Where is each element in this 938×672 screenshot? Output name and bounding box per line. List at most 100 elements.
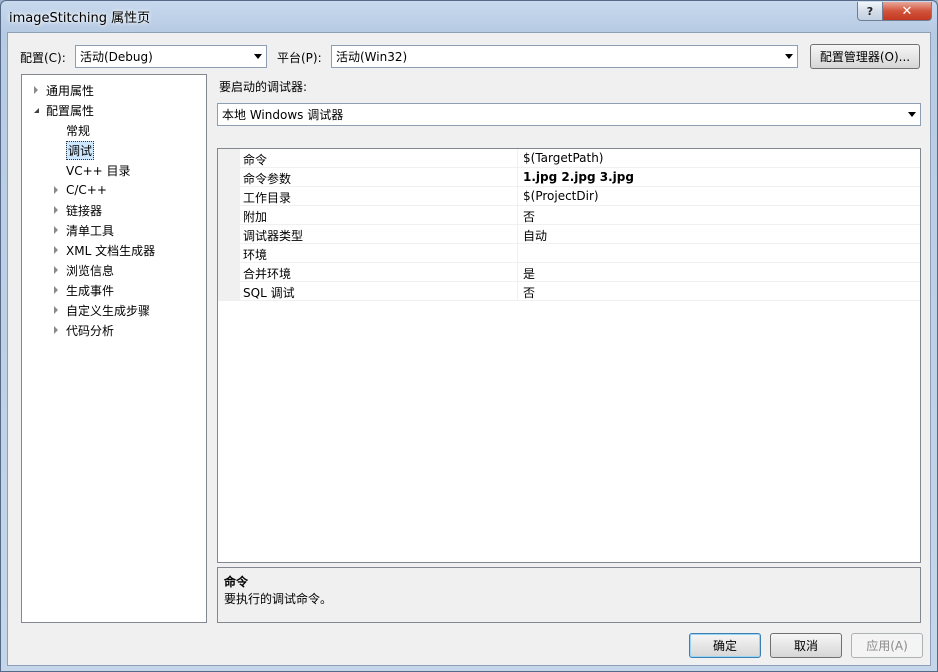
property-row[interactable]: 调试器类型 自动 (218, 225, 920, 244)
property-name: 附加 (243, 210, 268, 224)
property-value[interactable]: 自动 (523, 227, 547, 244)
cancel-button-label: 取消 (793, 639, 818, 653)
apply-button-label: 应用(A) (866, 639, 908, 653)
collapsed-triangle-icon[interactable] (54, 206, 58, 214)
tree-item[interactable]: 生成事件 (54, 281, 114, 299)
tree-item-label: XML 文档生成器 (66, 243, 156, 258)
collapsed-triangle-icon[interactable] (54, 246, 58, 254)
dialog-client-area: 配置(C): 活动(Debug) 平台(P): 活动(Win32) 配置管理器(… (7, 32, 931, 666)
property-row[interactable]: 合并环境 是 (218, 263, 920, 282)
row-gutter (218, 282, 240, 301)
tree-item-label: 链接器 (66, 203, 103, 218)
tree-item[interactable]: VC++ 目录 (54, 161, 131, 179)
platform-label: 平台(P): (277, 51, 322, 65)
collapsed-triangle-icon[interactable] (54, 286, 58, 294)
property-row[interactable]: SQL 调试 否 (218, 282, 920, 301)
row-gutter (218, 168, 240, 187)
row-gutter (218, 206, 240, 225)
chevron-down-icon (254, 54, 262, 59)
column-divider[interactable] (517, 225, 518, 244)
tree-item[interactable]: 浏览信息 (54, 261, 114, 279)
config-dropdown-value: 活动(Debug) (80, 50, 153, 64)
description-title: 命令 (224, 575, 249, 589)
expanded-triangle-icon[interactable] (34, 108, 39, 113)
tree-item-label: 调试 (66, 140, 95, 160)
property-name: 命令参数 (243, 172, 292, 186)
collapsed-triangle-icon[interactable] (54, 266, 58, 274)
close-button[interactable]: ✕ (882, 2, 932, 21)
row-gutter (218, 244, 240, 263)
cancel-button[interactable]: 取消 (770, 633, 842, 658)
description-text: 要执行的调试命令。 (224, 592, 333, 606)
column-divider[interactable] (517, 244, 518, 263)
column-divider[interactable] (517, 187, 518, 206)
properties-dialog: imageStitching 属性页 ? ✕ 配置(C): 活动(Debug) … (0, 0, 938, 672)
property-row[interactable]: 命令参数 1.jpg 2.jpg 3.jpg (218, 168, 920, 187)
property-tree[interactable]: 通用属性配置属性常规调试 VC++ 目录 C/C++ 链接器清单工具 XML 文档生成器… (21, 74, 207, 623)
config-manager-button[interactable]: 配置管理器(O)... (810, 44, 920, 69)
collapsed-triangle-icon[interactable] (54, 326, 58, 334)
property-name: SQL 调试 (243, 286, 295, 300)
ok-button[interactable]: 确定 (689, 633, 761, 658)
property-value[interactable]: $(TargetPath) (523, 151, 603, 165)
property-value[interactable]: 是 (523, 265, 535, 282)
description-panel: 命令 要执行的调试命令。 (217, 567, 921, 623)
property-row[interactable]: 命令 $(TargetPath) (218, 149, 920, 168)
column-divider[interactable] (517, 168, 518, 187)
debugger-dropdown-value: 本地 Windows 调试器 (222, 108, 344, 122)
property-row[interactable]: 附加 否 (218, 206, 920, 225)
tree-item[interactable]: C/C++ (54, 181, 107, 199)
property-name: 命令 (243, 153, 268, 167)
property-row[interactable]: 环境 (218, 244, 920, 263)
property-row[interactable]: 工作目录 $(ProjectDir) (218, 187, 920, 206)
help-icon: ? (866, 4, 874, 18)
tree-item[interactable]: 通用属性 (34, 81, 94, 99)
tree-item-label: 自定义生成步骤 (66, 303, 151, 318)
row-gutter (218, 187, 240, 206)
property-value[interactable]: $(ProjectDir) (523, 189, 599, 203)
tree-item-label: 配置属性 (46, 103, 95, 118)
platform-dropdown-value: 活动(Win32) (336, 50, 408, 64)
column-divider[interactable] (517, 282, 518, 301)
column-divider[interactable] (517, 149, 518, 168)
title-bar[interactable]: imageStitching 属性页 ? ✕ (1, 1, 937, 31)
tree-item[interactable]: 调试 (54, 140, 95, 160)
tree-item-label: 常规 (66, 123, 91, 138)
tree-item-label: 代码分析 (66, 323, 115, 338)
apply-button[interactable]: 应用(A) (851, 633, 923, 658)
tree-item[interactable]: 代码分析 (54, 321, 114, 339)
property-value[interactable]: 1.jpg 2.jpg 3.jpg (523, 170, 634, 184)
tree-item-label: 浏览信息 (66, 263, 115, 278)
column-divider[interactable] (517, 263, 518, 282)
collapsed-triangle-icon[interactable] (54, 306, 58, 314)
tree-item[interactable]: XML 文档生成器 (54, 241, 155, 259)
tree-item-label: C/C++ (66, 183, 107, 197)
row-gutter (218, 263, 240, 282)
property-value[interactable]: 否 (523, 208, 535, 225)
collapsed-triangle-icon[interactable] (34, 86, 38, 94)
property-grid[interactable]: 命令 $(TargetPath) 命令参数 1.jpg 2.jpg 3.jpg 工作目录… (217, 148, 921, 563)
tree-item[interactable]: 清单工具 (54, 221, 114, 239)
ok-button-label: 确定 (712, 639, 737, 653)
column-divider[interactable] (517, 206, 518, 225)
help-button[interactable]: ? (857, 2, 883, 21)
property-name: 调试器类型 (243, 229, 304, 243)
close-icon: ✕ (901, 3, 913, 19)
tree-item[interactable]: 常规 (54, 121, 90, 139)
property-value[interactable]: 否 (523, 284, 535, 301)
config-manager-button-label: 配置管理器(O)... (819, 50, 911, 64)
config-dropdown[interactable]: 活动(Debug) (75, 45, 267, 68)
collapsed-triangle-icon[interactable] (54, 186, 58, 194)
tree-item-label: 生成事件 (66, 283, 115, 298)
window-title: imageStitching 属性页 (9, 11, 151, 26)
chevron-down-icon (785, 54, 793, 59)
property-name: 合并环境 (243, 267, 292, 281)
tree-item[interactable]: 链接器 (54, 201, 102, 219)
debugger-dropdown[interactable]: 本地 Windows 调试器 (217, 103, 921, 126)
platform-dropdown[interactable]: 活动(Win32) (331, 45, 798, 68)
tree-item[interactable]: 自定义生成步骤 (54, 301, 150, 319)
chevron-down-icon (908, 112, 916, 117)
tree-item-label: 通用属性 (46, 83, 95, 98)
collapsed-triangle-icon[interactable] (54, 226, 58, 234)
tree-item[interactable]: 配置属性 (34, 101, 94, 119)
